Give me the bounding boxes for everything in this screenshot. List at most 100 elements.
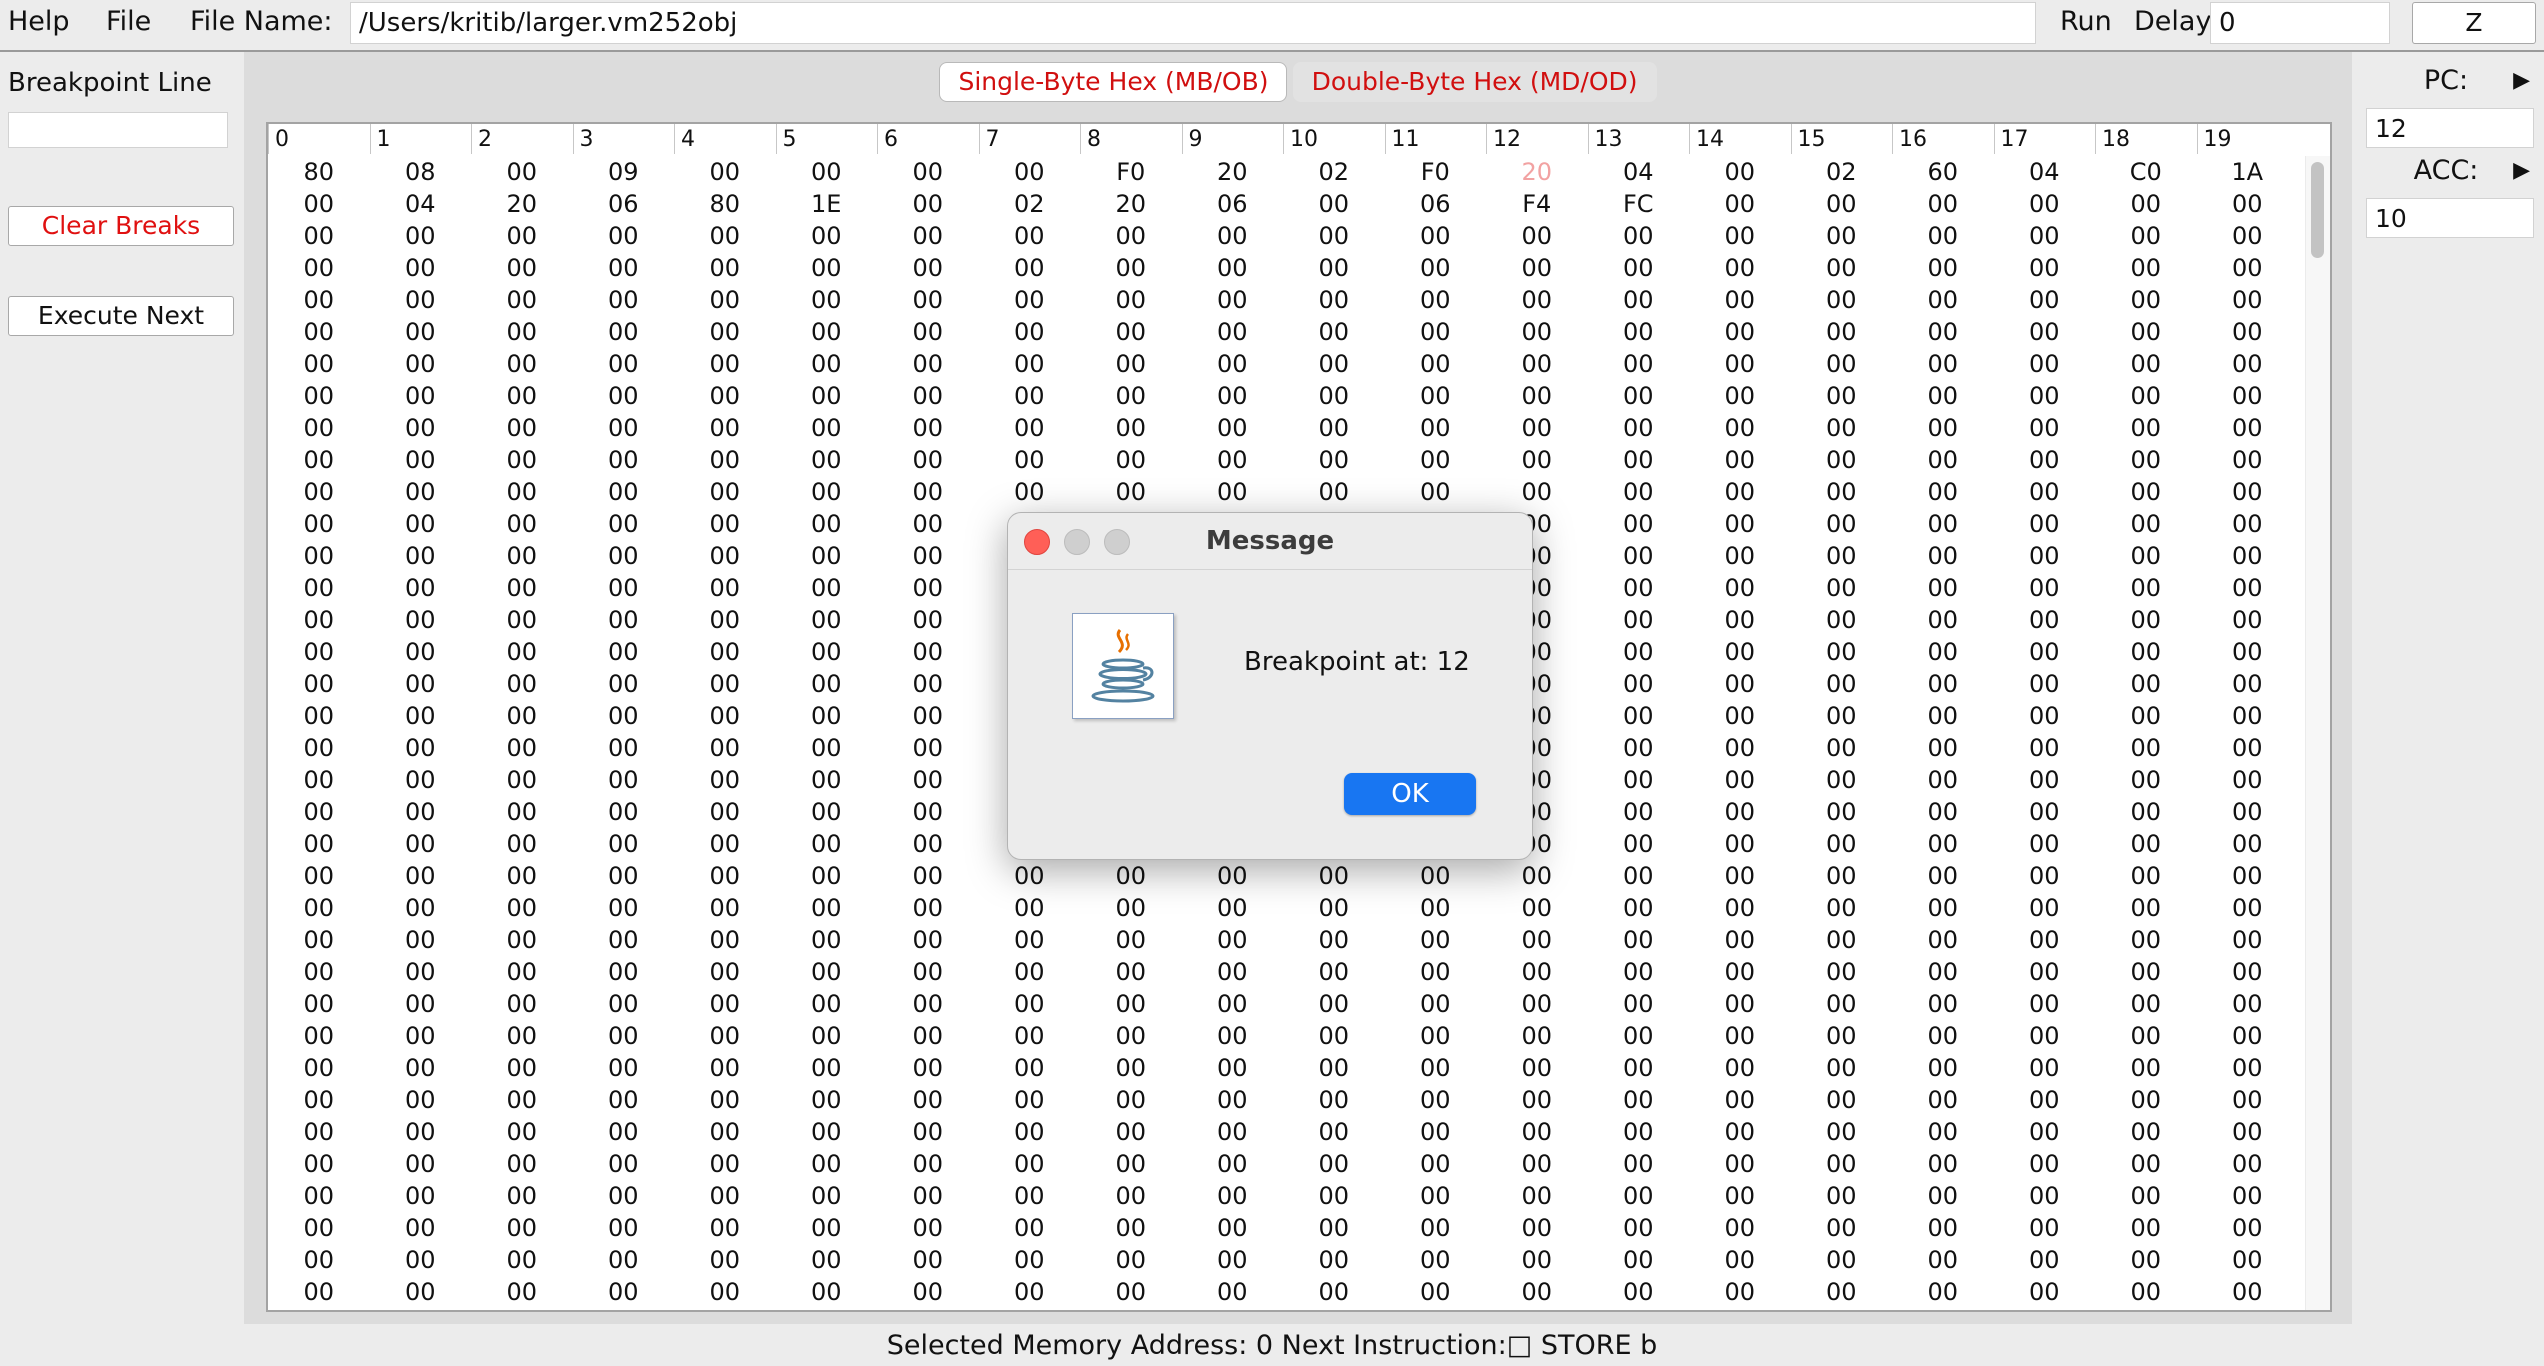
memory-cell[interactable]: 00 xyxy=(573,1020,675,1052)
memory-cell[interactable]: 00 xyxy=(573,796,675,828)
memory-cell[interactable]: 00 xyxy=(674,444,776,476)
tab-double-byte-hex[interactable]: Double-Byte Hex (MD/OD) xyxy=(1292,62,1657,102)
memory-cell[interactable]: 00 xyxy=(877,828,979,860)
memory-cell[interactable]: 00 xyxy=(1689,316,1791,348)
memory-cell[interactable]: 00 xyxy=(1080,476,1182,508)
memory-cell[interactable]: 00 xyxy=(877,188,979,220)
memory-cell[interactable]: 00 xyxy=(1689,444,1791,476)
memory-cell[interactable]: 00 xyxy=(1892,508,1994,540)
memory-cell[interactable]: 00 xyxy=(1689,796,1791,828)
memory-cell[interactable]: 00 xyxy=(1385,1244,1487,1276)
memory-cell[interactable]: 00 xyxy=(1486,892,1588,924)
memory-cell[interactable]: 00 xyxy=(471,284,573,316)
memory-cell[interactable]: 00 xyxy=(1588,476,1690,508)
execute-next-button[interactable]: Execute Next xyxy=(8,296,234,336)
memory-cell[interactable]: 00 xyxy=(979,860,1081,892)
memory-cell[interactable]: 00 xyxy=(1080,220,1182,252)
memory-cell[interactable]: 00 xyxy=(1588,348,1690,380)
memory-cell[interactable]: 00 xyxy=(979,444,1081,476)
memory-cell[interactable]: 00 xyxy=(471,1148,573,1180)
memory-cell[interactable]: 00 xyxy=(776,892,878,924)
memory-cell[interactable]: 00 xyxy=(2095,1084,2197,1116)
memory-cell[interactable]: 00 xyxy=(877,220,979,252)
memory-cell[interactable]: 00 xyxy=(1994,892,2096,924)
memory-cell[interactable]: 00 xyxy=(1080,316,1182,348)
memory-cell[interactable]: 00 xyxy=(1588,924,1690,956)
memory-cell[interactable]: 00 xyxy=(877,1116,979,1148)
memory-cell[interactable]: 00 xyxy=(1182,444,1284,476)
memory-cell[interactable]: 00 xyxy=(1791,1148,1893,1180)
memory-cell[interactable]: 00 xyxy=(1182,1116,1284,1148)
memory-cell[interactable]: 00 xyxy=(268,476,370,508)
memory-cell[interactable]: 00 xyxy=(2095,348,2197,380)
memory-cell[interactable]: 00 xyxy=(1182,1084,1284,1116)
memory-cell[interactable]: 00 xyxy=(2197,604,2299,636)
memory-cell[interactable]: 00 xyxy=(1486,988,1588,1020)
memory-cell[interactable]: 00 xyxy=(776,508,878,540)
memory-cell[interactable]: 00 xyxy=(471,380,573,412)
memory-cell[interactable]: 00 xyxy=(1689,892,1791,924)
memory-cell[interactable]: 00 xyxy=(877,252,979,284)
memory-cell[interactable]: 00 xyxy=(674,284,776,316)
memory-cell[interactable]: 00 xyxy=(268,1148,370,1180)
memory-cell[interactable]: 00 xyxy=(877,1052,979,1084)
memory-cell[interactable]: 00 xyxy=(1283,860,1385,892)
memory-cell[interactable]: 00 xyxy=(877,1244,979,1276)
memory-cell[interactable]: 00 xyxy=(1994,220,2096,252)
memory-cell[interactable]: 00 xyxy=(1182,1148,1284,1180)
memory-cell[interactable]: 00 xyxy=(877,540,979,572)
memory-cell[interactable]: 00 xyxy=(268,956,370,988)
memory-cell[interactable]: 00 xyxy=(370,988,472,1020)
memory-cell[interactable]: 00 xyxy=(573,956,675,988)
memory-cell[interactable]: 00 xyxy=(2197,1116,2299,1148)
memory-cell[interactable]: 00 xyxy=(2095,1180,2197,1212)
memory-cell[interactable]: 00 xyxy=(1994,476,2096,508)
memory-cell[interactable]: 00 xyxy=(2095,508,2197,540)
memory-cell[interactable]: 00 xyxy=(471,252,573,284)
memory-cell[interactable]: 06 xyxy=(1182,188,1284,220)
memory-cell[interactable]: 00 xyxy=(674,252,776,284)
memory-cell[interactable]: 00 xyxy=(1689,1244,1791,1276)
memory-cell[interactable]: 00 xyxy=(573,508,675,540)
memory-cell[interactable]: 00 xyxy=(1892,860,1994,892)
memory-cell[interactable]: 00 xyxy=(1689,1020,1791,1052)
memory-cell[interactable]: 00 xyxy=(1283,444,1385,476)
menu-file[interactable]: File xyxy=(106,6,151,37)
memory-cell[interactable]: 00 xyxy=(1892,604,1994,636)
z-button[interactable]: Z xyxy=(2412,2,2536,44)
memory-cell[interactable]: 00 xyxy=(2197,188,2299,220)
memory-cell[interactable]: 00 xyxy=(1182,988,1284,1020)
memory-cell[interactable]: 00 xyxy=(2197,732,2299,764)
memory-cell[interactable]: 00 xyxy=(1791,636,1893,668)
memory-cell[interactable]: 00 xyxy=(1791,220,1893,252)
memory-cell[interactable]: 00 xyxy=(471,988,573,1020)
memory-cell[interactable]: 00 xyxy=(1486,220,1588,252)
memory-cell[interactable]: 00 xyxy=(1689,764,1791,796)
memory-cell[interactable]: 00 xyxy=(776,668,878,700)
memory-cell[interactable]: 00 xyxy=(1080,1244,1182,1276)
memory-cell[interactable]: 00 xyxy=(1994,508,2096,540)
memory-cell[interactable]: 00 xyxy=(1994,316,2096,348)
memory-cell[interactable]: 00 xyxy=(2095,1276,2197,1308)
memory-cell[interactable]: 00 xyxy=(471,348,573,380)
memory-cell[interactable]: 00 xyxy=(979,476,1081,508)
memory-cell[interactable]: 00 xyxy=(1892,348,1994,380)
memory-cell[interactable]: 20 xyxy=(1182,156,1284,188)
memory-cell[interactable]: 00 xyxy=(471,1084,573,1116)
memory-cell[interactable]: 00 xyxy=(1994,796,2096,828)
memory-cell[interactable]: 00 xyxy=(1385,476,1487,508)
memory-cell[interactable]: 00 xyxy=(1892,988,1994,1020)
memory-cell[interactable]: 00 xyxy=(573,988,675,1020)
memory-cell[interactable]: 00 xyxy=(1486,924,1588,956)
memory-cell[interactable]: 00 xyxy=(573,1052,675,1084)
memory-cell[interactable]: 00 xyxy=(471,668,573,700)
memory-cell[interactable]: 00 xyxy=(1182,1052,1284,1084)
memory-cell[interactable]: 00 xyxy=(471,540,573,572)
memory-cell[interactable]: 60 xyxy=(1892,156,1994,188)
memory-cell[interactable]: 00 xyxy=(1385,444,1487,476)
memory-cell[interactable]: 00 xyxy=(674,412,776,444)
memory-cell[interactable]: 00 xyxy=(1791,316,1893,348)
memory-cell[interactable]: 00 xyxy=(877,1020,979,1052)
memory-cell[interactable]: 00 xyxy=(979,1084,1081,1116)
memory-cell[interactable]: 00 xyxy=(674,1052,776,1084)
